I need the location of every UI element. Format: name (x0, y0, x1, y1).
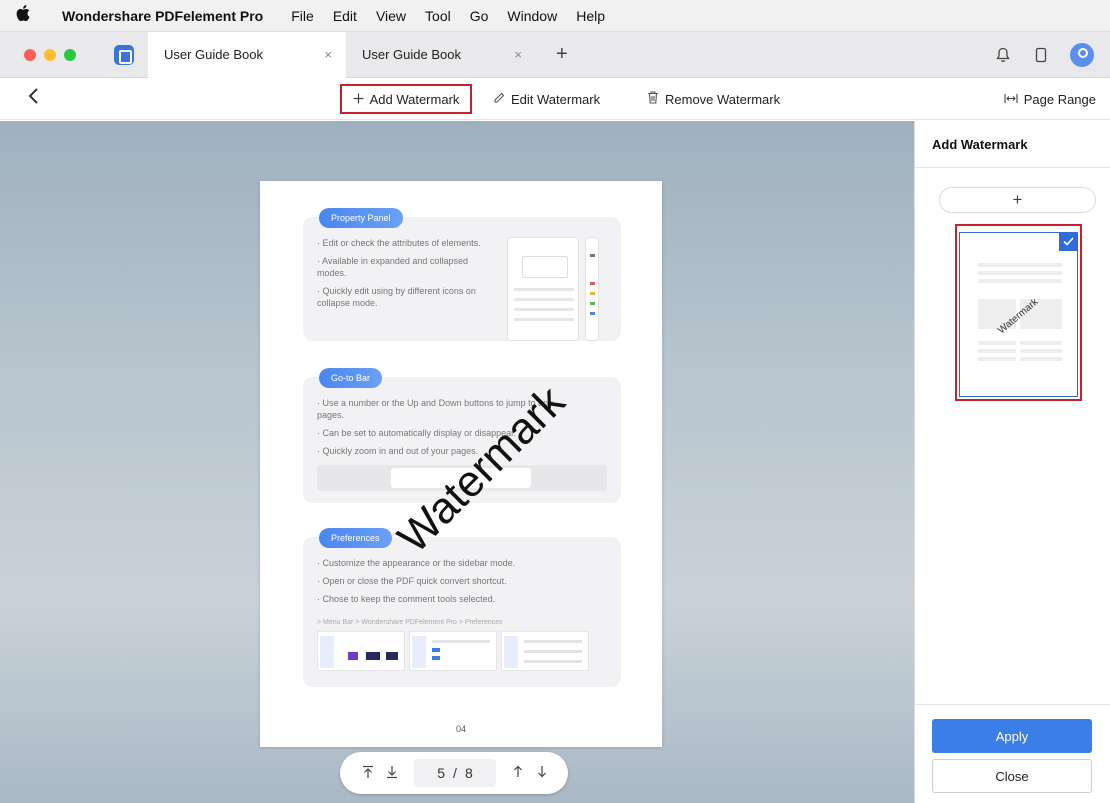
close-button[interactable]: Close (932, 759, 1092, 793)
new-tab-icon[interactable]: + (556, 43, 568, 66)
preferences-section: Preferences · Customize the appearance o… (303, 528, 621, 687)
menu-view[interactable]: View (376, 8, 406, 24)
apply-button[interactable]: Apply (932, 719, 1092, 753)
page-number: 04 (455, 724, 466, 734)
watermark-template-thumbnail: Watermark (959, 232, 1078, 397)
previous-page-icon[interactable] (506, 765, 530, 781)
back-icon[interactable] (28, 87, 40, 111)
plus-icon (353, 92, 364, 107)
zoom-window-icon[interactable] (64, 48, 76, 61)
next-page-icon[interactable] (530, 765, 554, 781)
divider (915, 704, 1110, 705)
section-title: Property Panel (319, 208, 403, 228)
property-panel-illustration (507, 237, 579, 341)
menu-window[interactable]: Window (507, 8, 557, 24)
list-item: · Customize the appearance or the sideba… (317, 558, 516, 568)
titlebar-actions (984, 32, 1110, 78)
minimize-window-icon[interactable] (44, 48, 56, 61)
tab-user-guide-book-active[interactable]: User Guide Book × (148, 31, 346, 78)
remove-watermark-label: Remove Watermark (665, 91, 781, 107)
watermark-template-selected[interactable]: Watermark (955, 224, 1082, 401)
tab-close-icon[interactable]: × (514, 47, 522, 62)
list-item: · Edit or check the attributes of elemen… (317, 238, 481, 248)
edit-watermark-label: Edit Watermark (511, 91, 601, 107)
add-watermark-panel: Add Watermark + Watermark Apply Close (914, 121, 1110, 803)
edit-watermark-button[interactable]: Edit Watermark (493, 84, 600, 114)
page-number-input[interactable]: 5 / 8 (414, 759, 496, 787)
total-pages: 8 (464, 765, 473, 781)
create-watermark-button[interactable]: + (939, 187, 1096, 213)
menu-app-name[interactable]: Wondershare PDFelement Pro (62, 8, 263, 24)
document-canvas[interactable]: Property Panel · Edit or check the attri… (0, 121, 914, 803)
trash-icon (647, 91, 659, 107)
close-window-icon[interactable] (24, 48, 36, 61)
page-range-icon (1004, 92, 1018, 107)
list-item: · Open or close the PDF quick convert sh… (317, 576, 507, 586)
page-separator: / (453, 765, 457, 781)
preferences-screenshots (317, 631, 593, 671)
pdfelement-logo-icon (114, 44, 134, 65)
section-title: Preferences (319, 528, 392, 548)
tab-user-guide-book[interactable]: User Guide Book × (346, 32, 536, 78)
list-item: · Available in expanded and collapsed mo… (317, 256, 468, 278)
tab-label: User Guide Book (362, 47, 461, 62)
user-avatar-icon[interactable] (1070, 43, 1094, 67)
pencil-icon (493, 92, 505, 107)
menu-path-text: > Menu Bar > Wondershare PDFelement Pro … (317, 619, 503, 626)
first-page-icon[interactable] (356, 765, 380, 782)
add-watermark-button[interactable]: Add Watermark (340, 84, 472, 114)
preferences-thumbnail (501, 631, 589, 671)
tab-bar: User Guide Book × User Guide Book × + (0, 31, 1110, 78)
window-controls (24, 48, 84, 61)
preferences-thumbnail (409, 631, 497, 671)
current-page: 5 (437, 765, 446, 781)
page-range-label: Page Range (1023, 91, 1096, 107)
menu-help[interactable]: Help (576, 8, 605, 24)
bullet-list: · Customize the appearance or the sideba… (317, 557, 597, 611)
last-page-icon[interactable] (380, 765, 404, 782)
panel-title: Add Watermark (932, 137, 1028, 152)
watermark-toolbar: Add Watermark Edit Watermark Remove Wate… (0, 78, 1110, 120)
section-title: Go-to Bar (319, 368, 383, 388)
property-panel-section: Property Panel · Edit or check the attri… (303, 208, 621, 341)
bullet-list: · Edit or check the attributes of elemen… (317, 237, 487, 315)
divider (915, 167, 1110, 168)
menu-edit[interactable]: Edit (333, 8, 357, 24)
checkmark-icon (1059, 232, 1078, 251)
apple-icon[interactable] (16, 5, 38, 26)
page-navigation-bar: 5 / 8 (340, 752, 568, 794)
tab-close-icon[interactable]: × (324, 47, 332, 62)
menu-file[interactable]: File (291, 8, 314, 24)
remove-watermark-button[interactable]: Remove Watermark (647, 84, 780, 114)
device-icon[interactable] (1022, 47, 1060, 63)
list-item: · Chose to keep the comment tools select… (317, 594, 496, 604)
page-range-button[interactable]: Page Range (1004, 84, 1096, 114)
add-watermark-label: Add Watermark (369, 91, 460, 107)
bell-icon[interactable] (984, 47, 1022, 63)
menu-bar: Wondershare PDFelement Pro File Edit Vie… (0, 0, 1110, 32)
menu-go[interactable]: Go (470, 8, 489, 24)
menu-tool[interactable]: Tool (425, 8, 451, 24)
tab-label: User Guide Book (164, 47, 263, 62)
collapsed-panel-illustration (585, 237, 599, 341)
preferences-thumbnail (317, 631, 405, 671)
list-item: · Quickly edit using by different icons … (317, 286, 476, 308)
